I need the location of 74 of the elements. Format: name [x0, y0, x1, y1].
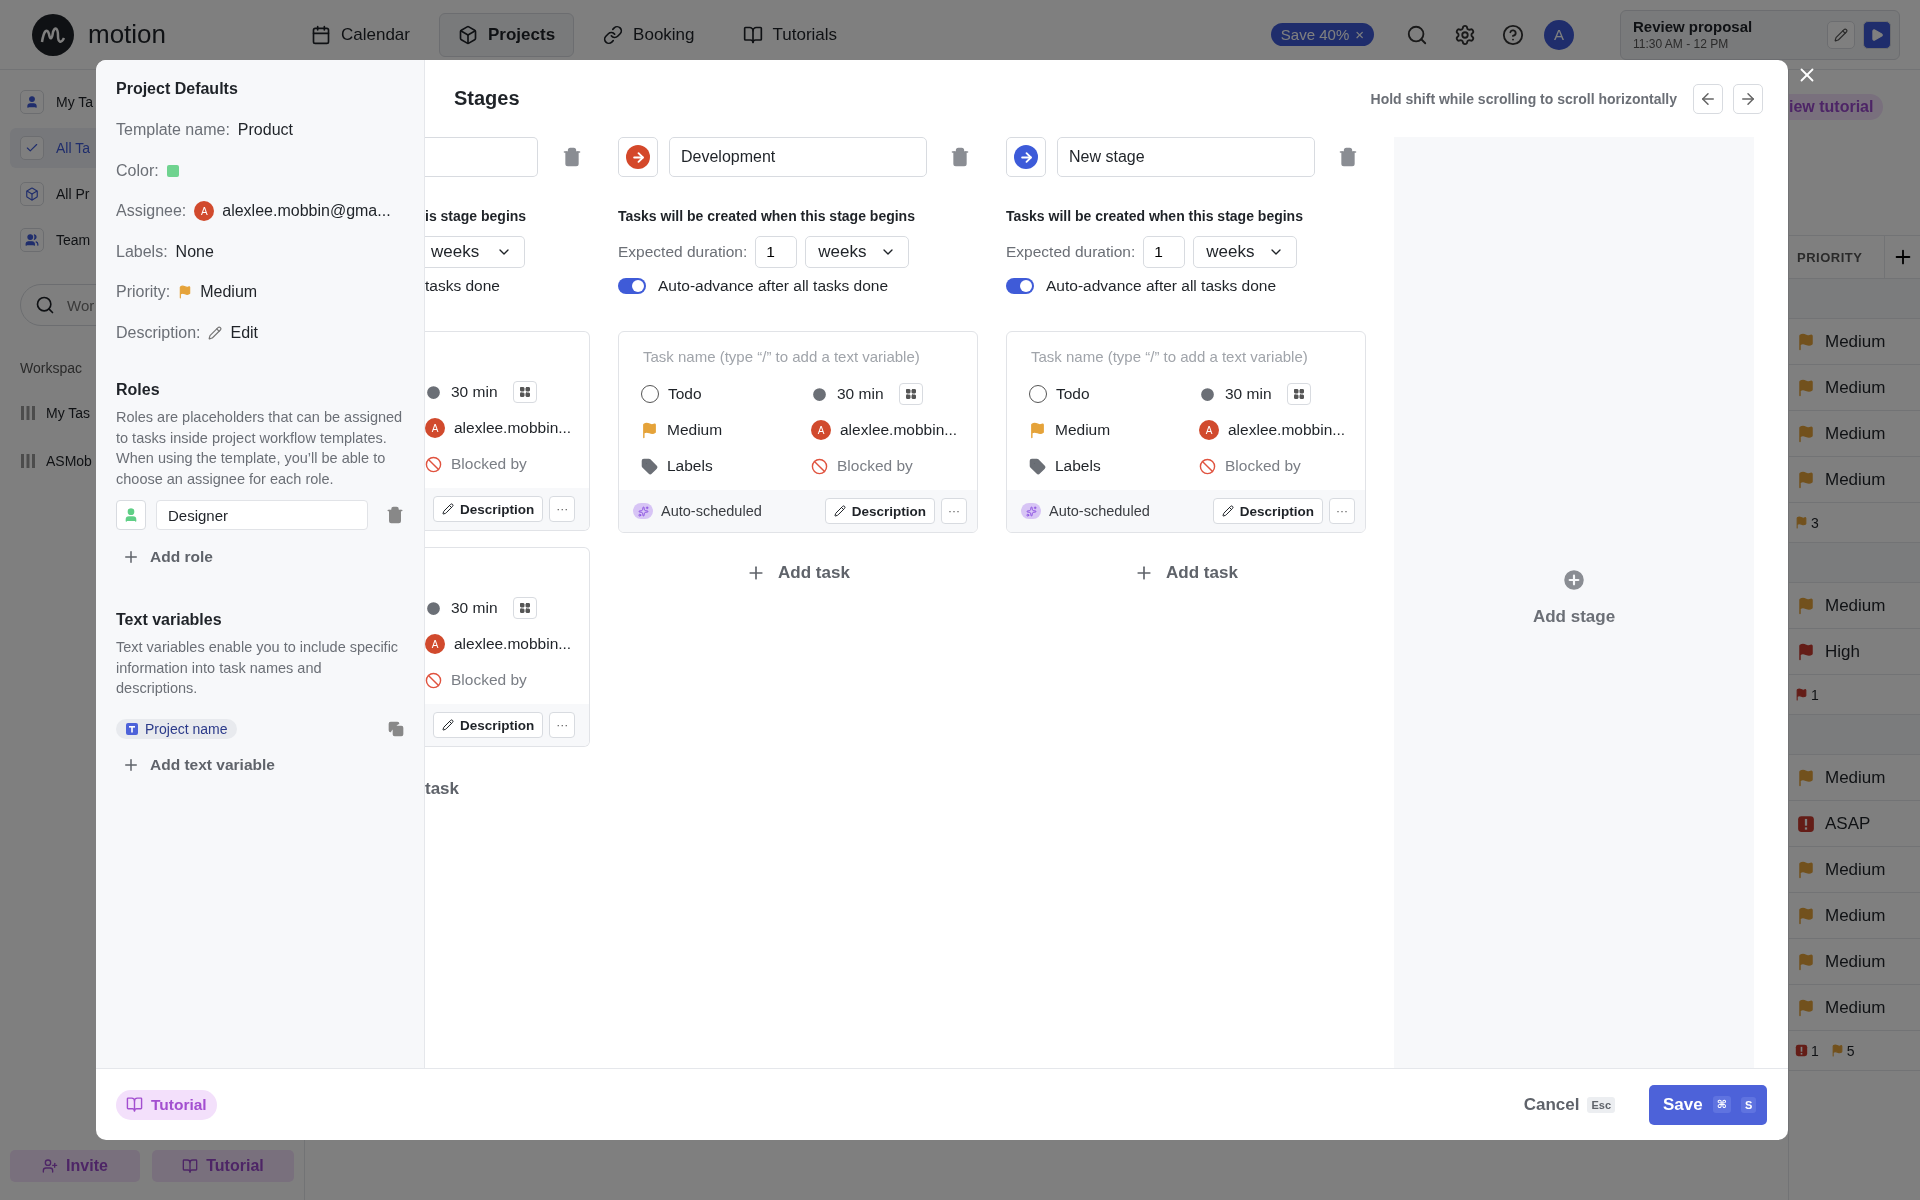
stage-note: Tasks will be created when this stage begins	[1006, 208, 1304, 224]
priority-label: Medium	[1825, 951, 1886, 972]
auto-advance-label: Auto-advance after all tasks done	[1046, 277, 1277, 295]
avatar: A	[811, 420, 831, 440]
scheduling-label: Auto-scheduled	[661, 503, 762, 519]
blocked-by: Blocked by	[451, 671, 527, 689]
blocked-by: Blocked by	[1225, 457, 1301, 475]
field-label: Color:	[116, 161, 159, 180]
assignee: alexlee.mobbin...	[454, 419, 572, 437]
priority-label: Medium	[1825, 767, 1886, 788]
priority-label: Medium	[1825, 859, 1886, 880]
priority-count: 5	[1846, 1042, 1855, 1059]
status: Todo	[668, 385, 702, 403]
priority-label: Medium	[1825, 595, 1886, 616]
priority-count: 3	[1811, 514, 1819, 531]
duration-label: Expected duration:	[1006, 243, 1136, 261]
blocked-by: Blocked by	[837, 457, 913, 475]
assignee: alexlee.mobbin...	[840, 421, 958, 439]
avatar: A	[425, 634, 445, 654]
priority: Medium	[1055, 421, 1111, 439]
stages-title: Stages	[454, 87, 521, 110]
priority-count: 1	[1811, 686, 1819, 703]
scroll-hint: Hold shift while scrolling to scroll horizontally	[1370, 90, 1677, 107]
field-value: None	[175, 242, 214, 261]
column-header: PRIORITY	[1796, 249, 1864, 265]
labels: Labels	[667, 457, 713, 475]
panel-title: Project Defaults	[116, 80, 239, 98]
event-time: 11:30 AM - 12 PM	[1633, 37, 1730, 51]
shortcut-key: Esc	[1587, 1096, 1615, 1113]
avatar: A	[194, 201, 215, 222]
status: Todo	[1056, 385, 1090, 403]
field-label: Assignee:	[116, 202, 187, 221]
shortcut-key: S	[1740, 1096, 1757, 1113]
field-label: Priority:	[116, 283, 171, 302]
assignee: alexlee.mobbin...	[1228, 421, 1346, 439]
priority-label: Medium	[1825, 423, 1886, 444]
field-value: Medium	[200, 283, 258, 302]
brand-name: motion	[88, 19, 167, 50]
field-label: Description:	[116, 323, 201, 342]
priority-label: High	[1825, 641, 1860, 662]
priority-label: Medium	[1825, 331, 1886, 352]
avatar: A	[1199, 420, 1219, 440]
priority-label: ASAP	[1825, 813, 1871, 834]
stage-note: Tasks will be created when this stage begins	[618, 208, 916, 224]
labels: Labels	[1055, 457, 1101, 475]
duration: 30 min	[837, 385, 884, 403]
duration: 30 min	[451, 599, 498, 617]
field-label: Template name:	[116, 121, 230, 140]
field-value: Product	[237, 121, 293, 140]
priority-label: Medium	[1825, 997, 1886, 1018]
priority: Medium	[667, 421, 723, 439]
assignee: alexlee.mobbin...	[454, 635, 572, 653]
duration: 30 min	[451, 383, 498, 401]
section-description: Text variables enable you to include specific information into task names and descriptions.	[116, 638, 400, 698]
priority-label: Medium	[1825, 469, 1886, 490]
section-label: Workspac	[19, 359, 83, 378]
field-value: alexlee.mobbin@gma...	[222, 202, 391, 221]
duration: 30 min	[1225, 385, 1272, 403]
shortcut-key: ⌘	[1712, 1096, 1731, 1113]
priority-label: Medium	[1825, 905, 1886, 926]
section-title: Text variables	[116, 611, 223, 629]
priority-count: 1	[1811, 1042, 1819, 1059]
scheduling-label: Auto-scheduled	[1049, 503, 1150, 519]
field-label: Labels:	[116, 242, 168, 261]
section-description: Roles are placeholders that can be assigned to tasks inside project workflow templates. When using the template, you’ll be able to choose an assignee for each role.	[116, 408, 404, 489]
priority-label: Medium	[1825, 377, 1886, 398]
auto-advance-label: Auto-advance after all tasks done	[658, 277, 889, 295]
blocked-by: Blocked by	[451, 455, 527, 473]
stage-note: is stage begins	[425, 208, 528, 224]
section-title: Roles	[116, 381, 161, 399]
avatar: A	[425, 418, 445, 438]
event-title: Review proposal	[1633, 18, 1754, 35]
duration-label: Expected duration:	[618, 243, 748, 261]
auto-advance-label: tasks done	[425, 277, 500, 295]
